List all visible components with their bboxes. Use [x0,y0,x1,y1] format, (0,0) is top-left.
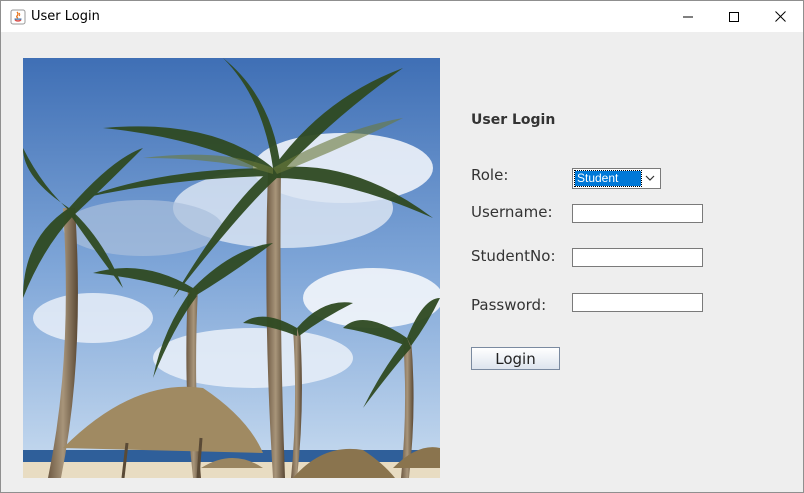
title-bar[interactable]: User Login [1,1,803,32]
beach-palm-trees-image [23,58,440,478]
maximize-icon [729,11,739,22]
password-label: Password: [471,296,547,314]
app-window: User Login User Login Role: Student User… [0,0,804,493]
window-title: User Login [31,9,100,24]
window-controls [665,1,803,32]
form-heading: User Login [471,112,556,128]
close-icon [774,11,786,22]
username-field[interactable] [572,204,703,223]
login-button[interactable]: Login [471,347,560,370]
role-label: Role: [471,166,509,184]
maximize-button[interactable] [711,1,757,32]
java-app-icon [10,9,26,25]
username-label: Username: [471,203,553,221]
role-selected-value: Student [574,170,642,187]
role-select[interactable]: Student [572,168,661,189]
studentno-label: StudentNo: [471,247,556,265]
chevron-down-icon [645,175,655,181]
studentno-field[interactable] [572,248,703,267]
content-panel: User Login Role: Student Username: Stude… [1,32,803,492]
close-button[interactable] [757,1,803,32]
minimize-button[interactable] [665,1,711,32]
password-field[interactable] [572,293,703,312]
minimize-icon [683,16,693,17]
